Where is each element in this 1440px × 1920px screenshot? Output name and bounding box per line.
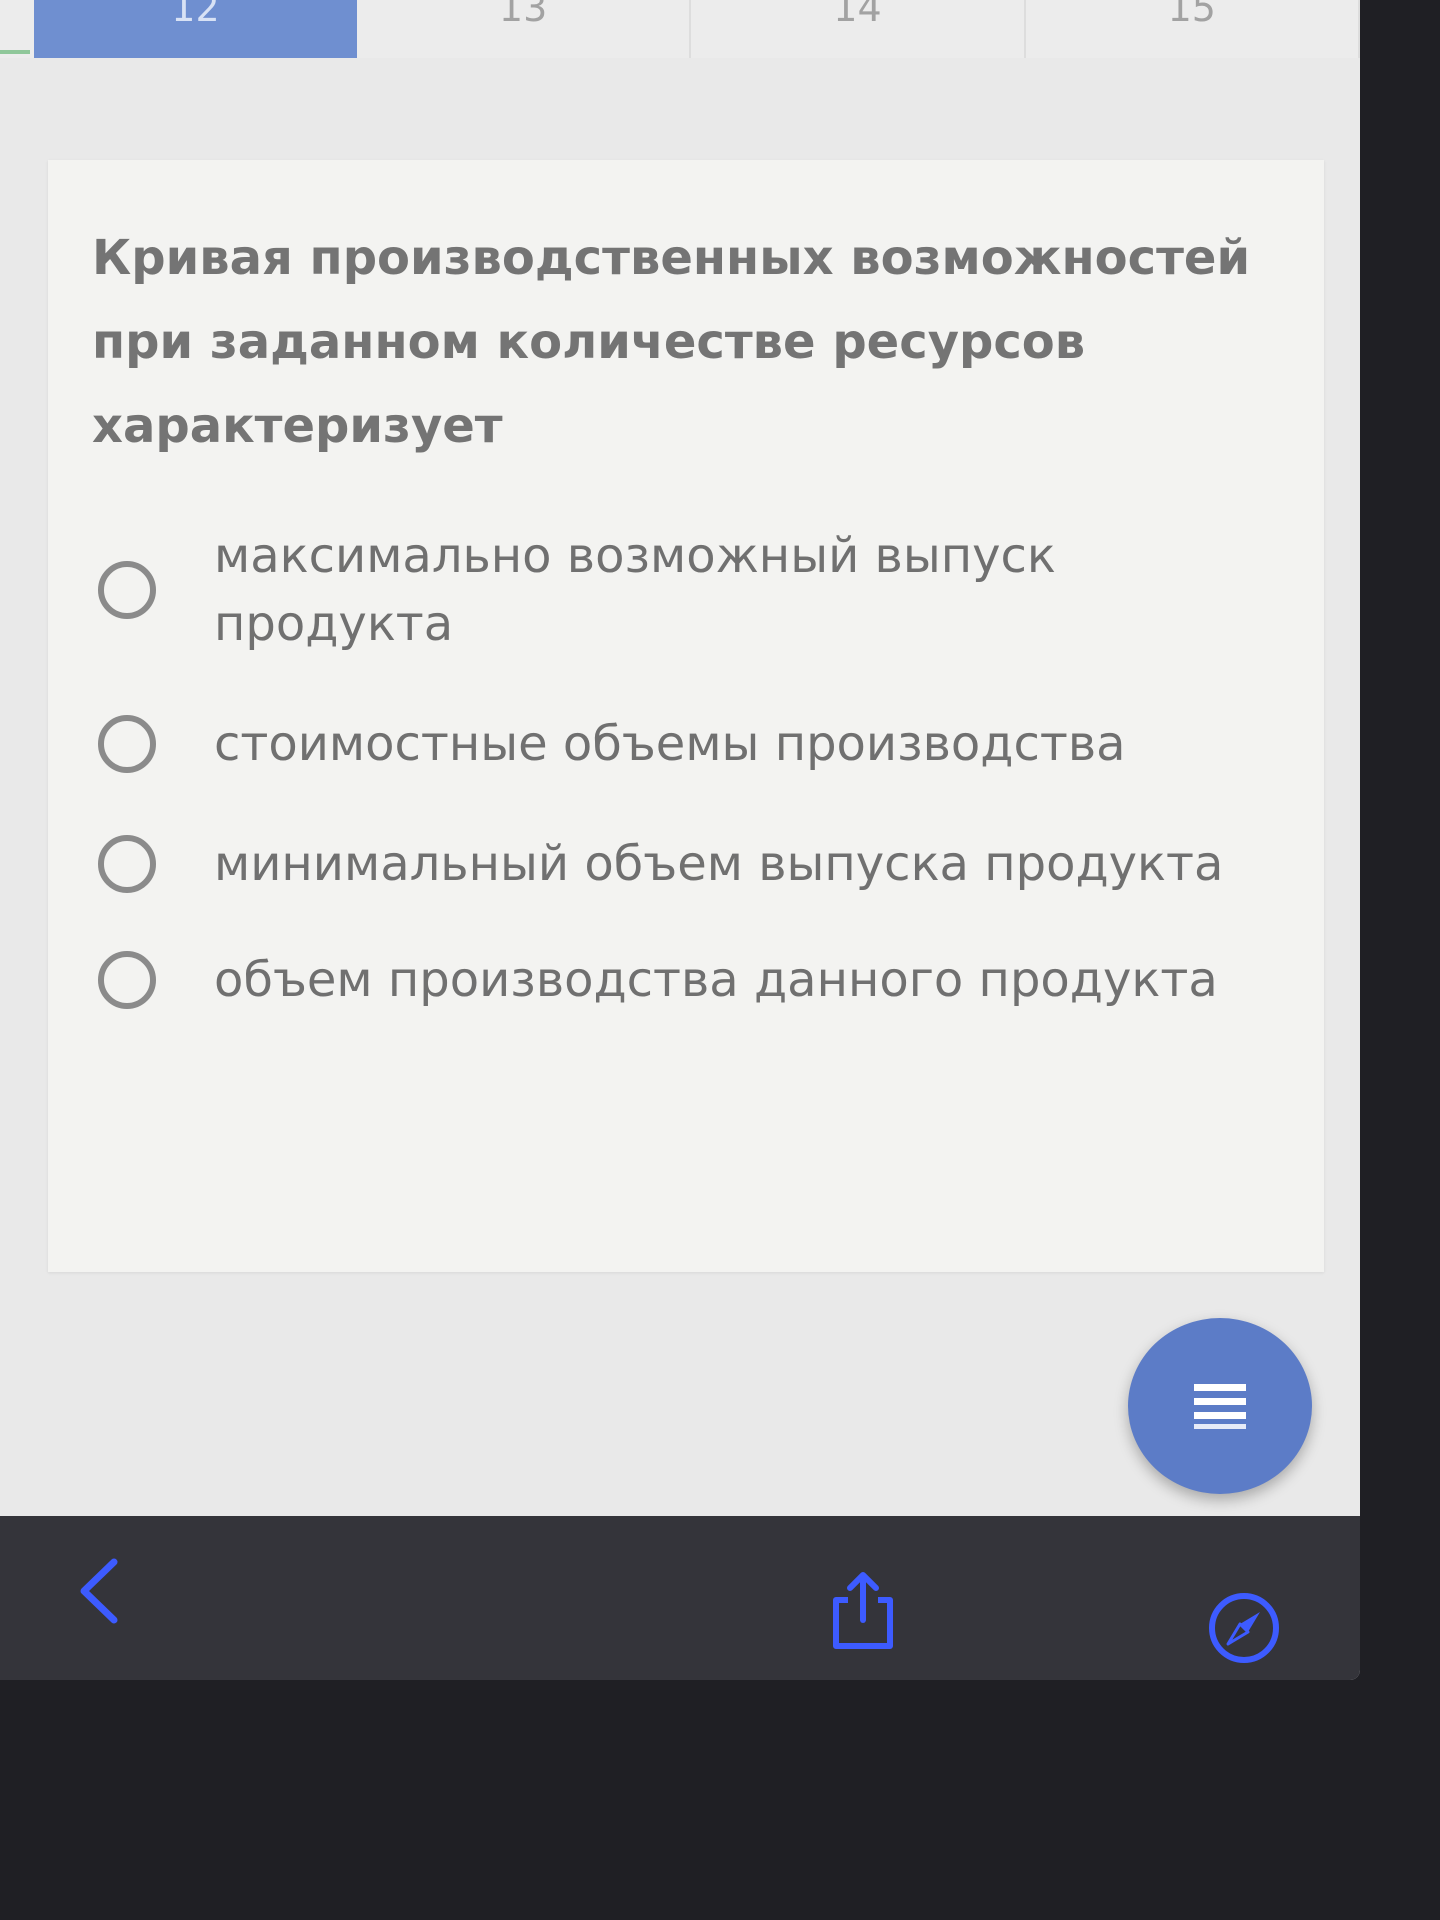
answer-option-label: максимально возможный выпуск продукта (214, 528, 1056, 652)
browser-toolbar (0, 1516, 1360, 1680)
answer-option-label: минимальный объем выпуска продукта (214, 836, 1224, 892)
answer-option-label: объем производства данного продукта (214, 952, 1218, 1008)
tab-15[interactable]: 15 (1026, 0, 1360, 58)
compass-button[interactable] (1206, 1590, 1282, 1666)
back-button[interactable] (74, 1556, 126, 1626)
question-text: Кривая производственных возможностей при… (92, 230, 1251, 454)
screen: 12 13 14 15 Кривая производственных возм… (0, 0, 1360, 1680)
answer-option-2[interactable]: стоимостные объемы производства (98, 710, 1278, 778)
tab-12[interactable]: 12 (33, 0, 357, 58)
tab-14[interactable]: 14 (691, 0, 1026, 58)
radio-button[interactable] (98, 715, 156, 773)
back-arrow-icon (80, 1558, 118, 1624)
tab-13[interactable]: 13 (357, 0, 692, 58)
answer-option-label: стоимостные объемы производства (214, 716, 1126, 772)
radio-button[interactable] (98, 561, 156, 619)
menu-icon (1194, 1384, 1246, 1429)
share-button[interactable] (828, 1570, 898, 1652)
answer-option-3[interactable]: минимальный объем выпуска продукта (98, 830, 1278, 898)
menu-button[interactable] (1128, 1318, 1312, 1494)
answer-option-4[interactable]: объем производства данного продукта (98, 946, 1278, 1014)
tab-strip-edge (0, 0, 34, 58)
answer-options: максимально возможный выпуск продукта ст… (98, 522, 1298, 1014)
share-icon (833, 1572, 893, 1649)
question-tabs: 12 13 14 15 (0, 0, 1360, 58)
radio-button[interactable] (98, 951, 156, 1009)
question-card: Кривая производственных возможностей при… (48, 160, 1324, 1272)
radio-button[interactable] (98, 835, 156, 893)
compass-icon (1209, 1593, 1279, 1663)
answer-option-1[interactable]: максимально возможный выпуск продукта (98, 522, 1278, 658)
